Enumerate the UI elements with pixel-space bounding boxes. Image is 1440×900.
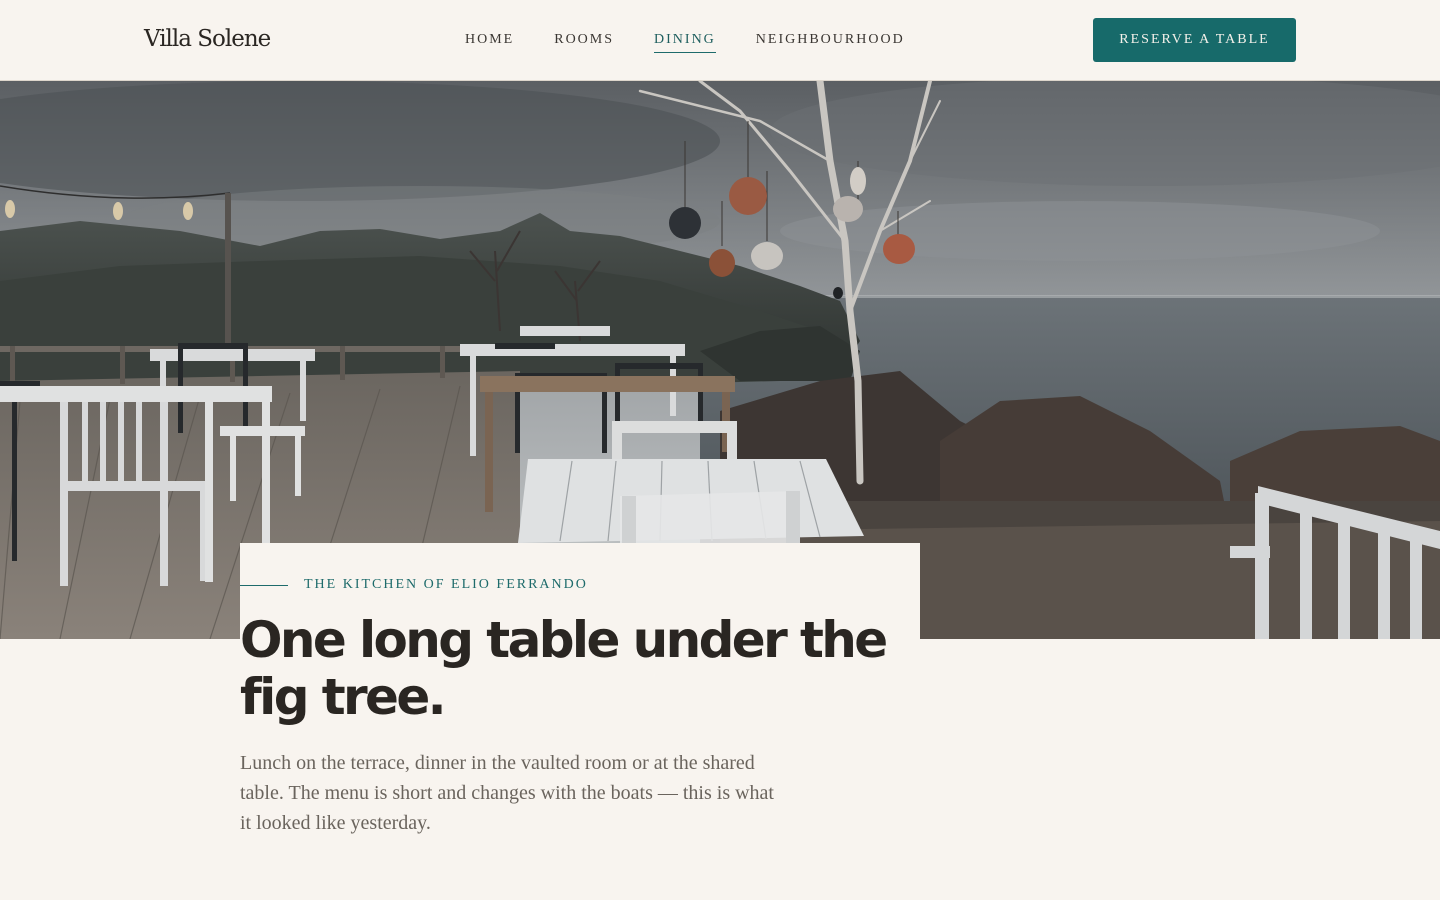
main-nav: HOME ROOMS DINING NEIGHBOURHOOD [465,32,905,53]
nav-neighbourhood-link[interactable]: NEIGHBOURHOOD [756,32,905,53]
nav-dining-link[interactable]: DINING [654,32,716,53]
reserve-table-button[interactable]: RESERVE A TABLE [1093,18,1296,62]
eyebrow-text: THE KITCHEN OF ELIO FERRANDO [304,577,588,592]
intro-paragraph: Lunch on the terrace, dinner in the vaul… [240,752,774,834]
nav-rooms-link[interactable]: ROOMS [554,32,614,53]
site-header: Villa Solene HOME ROOMS DINING NEIGHBOUR… [0,0,1440,81]
nav-home-link[interactable]: HOME [465,32,514,53]
eyebrow-rule [240,584,288,586]
brand-logo[interactable]: Villa Solene [144,26,271,52]
page-headline: One long table under the fig tree. [240,611,888,726]
eyebrow: THE KITCHEN OF ELIO FERRANDO [240,577,588,593]
